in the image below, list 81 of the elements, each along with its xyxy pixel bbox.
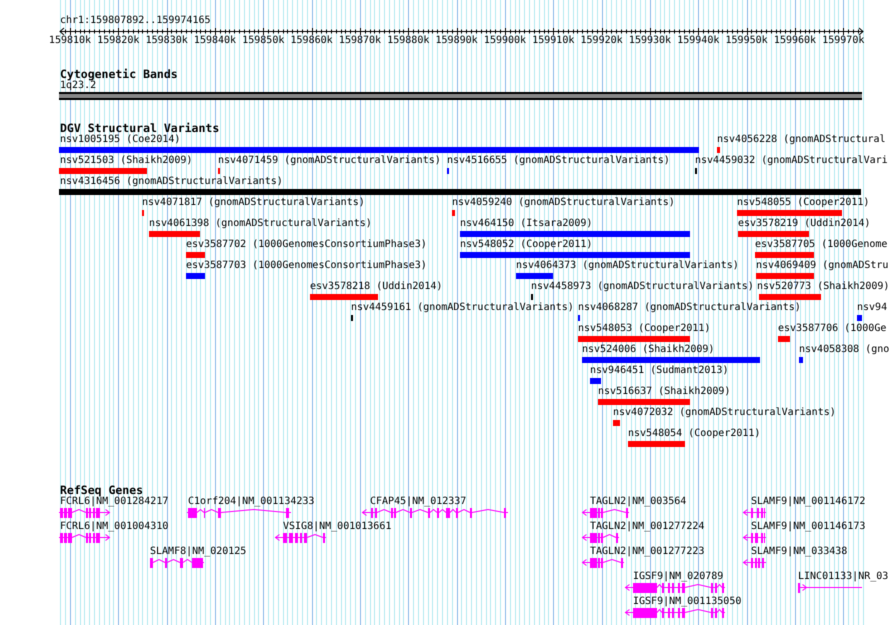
variant-label: nsv4316456 (gnomADStructuralVariants) [60,176,283,188]
gene-model-drawing [59,533,110,543]
gene-label: TAGLN2|NM_001277224 [590,521,704,533]
ruler-tick-label: 159940k [677,35,720,47]
variant-label: nsv4516655 (gnomADStructuralVariants) [447,155,670,167]
variant-label: esv3587705 (1000Genome [755,239,888,251]
variant-label: nsv4072032 (gnomADStructuralVariants) [613,407,836,419]
gene-model-drawing [743,558,766,568]
variant-label: nsv548055 (Cooper2011) [737,197,870,209]
variant-label: esv3587706 (1000Ge [778,323,886,335]
variant-label: esv3587702 (1000GenomesConsortiumPhase3) [186,239,427,251]
gene-label: IGSF9|NM_001135050 [633,596,742,608]
gene-label: VSIG8|NM_001013661 [283,521,392,533]
variant-label: nsv548053 (Cooper2011) [578,323,710,335]
variant-label: nsv946451 (Sudmant2013) [590,365,728,377]
ruler-tick-label: 159920k [580,35,623,47]
gene-model-drawing [743,508,766,518]
gene-model-drawing [59,508,110,518]
track-title: DGV Structural Variants [60,122,220,134]
gene-label: C1orf204|NM_001134233 [188,496,314,508]
gene-label: CFAP45|NM_012337 [370,496,466,508]
variant-label: nsv4058308 (gno [799,344,890,356]
variant-label: esv3578218 (Uddin2014) [310,281,442,293]
ruler-tick-label: 159970k [822,35,864,47]
variant-label: esv3578219 (Uddin2014) [738,218,870,230]
variant-label: nsv4459032 (gnomADStructuralVari [695,155,888,167]
variant-label: nsv4064373 (gnomADStructuralVariants) [516,260,739,272]
variant-label: nsv548052 (Cooper2011) [460,239,592,251]
gene-model-drawing [743,533,766,543]
gene-model-drawing [275,533,326,543]
variant-label: nsv4071459 (gnomADStructuralVariants) [218,155,441,167]
variant-label: nsv4458973 (gnomADStructuralVariants) [531,281,754,293]
gene-label: SLAMF9|NM_033438 [751,546,848,558]
ruler-tick-label: 159840k [194,35,236,47]
variant-label: nsv4071817 (gnomADStructuralVariants) [142,197,365,209]
variant-label: nsv4459161 (gnomADStructuralVariants) [351,302,574,314]
ruler-tick-label: 159960k [774,35,816,47]
gene-label: SLAMF8|NM_020125 [150,546,246,558]
gene-model-drawing [150,558,204,568]
ruler-tick-label: 159890k [436,35,478,47]
gene-label: IGSF9|NM_020789 [633,571,724,583]
ruler-tick-label: 159850k [242,35,284,47]
variant-label: esv3587703 (1000GenomesConsortiumPhase3) [186,260,427,272]
variant-label: nsv520773 (Shaikh2009) [757,281,890,293]
ruler-tick-label: 159860k [290,35,333,47]
variant-label: nsv521503 (Shaikh2009) [60,155,192,167]
gene-model-drawing [582,558,624,568]
variant-label: nsv4069409 (gnomADStru [756,260,888,272]
variant-label: nsv516637 (Shaikh2009) [598,386,730,398]
gene-label: SLAMF9|NM_001146172 [751,496,866,508]
band-label: 1q23.2 [60,80,96,92]
gene-label: FCRL6|NM_001004310 [60,521,168,533]
ruler-tick-label: 159930k [628,35,672,47]
variant-label: nsv4056228 (gnomADStructural [717,134,886,146]
ruler-tick-label: 159910k [532,35,574,47]
gene-label: TAGLN2|NM_001277223 [590,546,704,558]
variant-label: nsv524006 (Shaikh2009) [582,344,714,356]
track-title: RefSeq Genes [60,484,144,496]
variant-label: nsv4059240 (gnomADStructuralVariants) [452,197,675,209]
variant-label: nsv464150 (Itsara2009) [460,218,592,230]
variant-label: nsv4061398 (gnomADStructuralVariants) [149,218,372,230]
variant-label: nsv94 [857,302,888,314]
ruler-tick-label: 159810k [48,35,92,47]
gene-label: TAGLN2|NM_003564 [590,496,686,508]
variant-label: nsv548054 (Cooper2011) [628,428,760,440]
gene-label: LINC01133|NR_03 [798,571,888,583]
gene-label: FCRL6|NM_001284217 [60,496,168,508]
ruler-tick-label: 159900k [484,35,526,47]
variant-label: nsv1005195 (Coe2014) [60,134,180,146]
track-title: Cytogenetic Bands [60,68,178,80]
gene-model-drawing [582,533,619,543]
ruler-tick-label: 159950k [726,35,768,47]
variant-label: nsv4068287 (gnomADStructuralVariants) [578,302,801,314]
ruler-tick-label: 159820k [97,35,140,47]
ruler-tick-label: 159870k [338,35,382,47]
gene-label: SLAMF9|NM_001146173 [751,521,866,533]
gene-model-drawing [582,508,629,518]
gene-model-drawing [798,583,862,593]
ruler-tick-label: 159830k [146,35,188,47]
ruler-tick-label: 159880k [387,35,430,47]
location-label: chr1:159807892..159974165 [60,15,211,27]
